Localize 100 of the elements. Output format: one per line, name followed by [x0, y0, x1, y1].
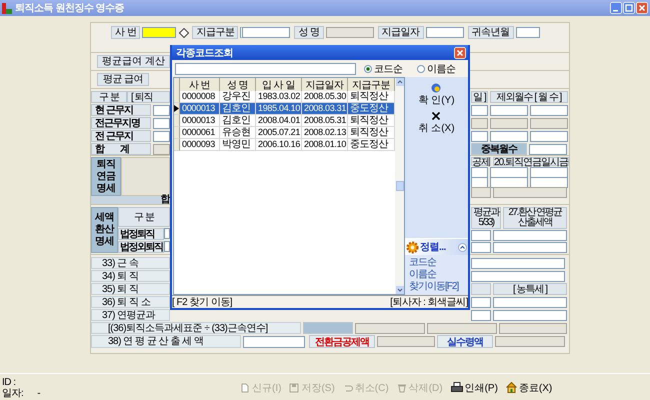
input-field[interactable]: [471, 230, 491, 241]
date-field[interactable]: [426, 27, 464, 38]
table-cell[interactable]: 2008.01.10: [302, 139, 348, 151]
month-field[interactable]: [516, 27, 540, 38]
input-field[interactable]: [153, 118, 170, 128]
table-cell[interactable]: 유승현: [220, 127, 256, 139]
row-label: 34) 퇴 직: [91, 270, 170, 282]
input-field[interactable]: [490, 177, 528, 188]
employee-id-field[interactable]: [142, 27, 176, 38]
row-header-cell[interactable]: [174, 139, 180, 151]
panel-link[interactable]: 코드순: [409, 257, 436, 269]
input-field[interactable]: [164, 228, 170, 239]
input-field[interactable]: [153, 104, 170, 116]
radio-button[interactable]: [417, 64, 425, 72]
input-field[interactable]: [530, 104, 568, 116]
input-field[interactable]: [471, 242, 491, 253]
toolbar-button[interactable]: 종료(X): [506, 380, 552, 394]
close-icon[interactable]: [636, 2, 648, 14]
overlap-months-field[interactable]: [529, 144, 567, 154]
radio-button[interactable]: [364, 64, 372, 72]
readonly-field: [355, 322, 425, 334]
table-cell[interactable]: 2008.05.31: [302, 115, 348, 127]
row-header-cell[interactable]: [174, 91, 180, 103]
table-cell[interactable]: 0000013: [180, 103, 220, 115]
table-cell[interactable]: 2008.03.31: [302, 103, 348, 115]
field-label: 평균 급여: [97, 73, 149, 86]
table-cell[interactable]: 2005.07.21: [256, 127, 302, 139]
table-cell[interactable]: 김호인: [220, 115, 256, 127]
row-header-cell[interactable]: [174, 103, 180, 115]
table-cell[interactable]: 중도정산: [348, 103, 395, 115]
input-field[interactable]: [493, 296, 567, 308]
scroll-up-icon[interactable]: [396, 78, 404, 86]
code-field[interactable]: [240, 27, 290, 38]
input-field[interactable]: [471, 310, 491, 320]
confirm-button[interactable]: 확 인(Y): [418, 83, 455, 107]
row-header-cell[interactable]: [174, 127, 180, 139]
table-cell[interactable]: 퇴직정산: [348, 91, 395, 103]
id-label: ID :: [2, 376, 17, 388]
scroll-down-icon[interactable]: [396, 286, 404, 294]
radio-label[interactable]: 이름순: [427, 62, 456, 76]
table-cell[interactable]: 1985.04.10: [256, 103, 302, 115]
table-cell[interactable]: 2008.05.30: [302, 91, 348, 103]
row-header-cell[interactable]: [174, 115, 180, 127]
input-field[interactable]: [530, 130, 568, 142]
input-field[interactable]: [471, 104, 488, 116]
table-cell[interactable]: 2008.02.13: [302, 127, 348, 139]
radio-label[interactable]: 코드순: [374, 62, 402, 76]
table-cell[interactable]: 김호인: [220, 103, 256, 115]
search-field[interactable]: [175, 62, 356, 74]
table-cell[interactable]: 0000008: [180, 91, 220, 103]
table-cell[interactable]: 2008.04.01: [256, 115, 302, 127]
table-cell[interactable]: 1983.03.02: [256, 91, 302, 103]
column-header: 평균과 5/33): [471, 207, 501, 229]
input-field[interactable]: [471, 130, 488, 142]
table-cell[interactable]: 0000093: [180, 139, 220, 151]
toolbar-button[interactable]: 인쇄(P): [450, 380, 498, 394]
maximize-icon[interactable]: [623, 2, 635, 14]
row-pointer-icon: [174, 105, 179, 112]
input-field[interactable]: [493, 310, 567, 320]
section-label: 퇴직 연금 명세: [91, 157, 121, 196]
formula-label: [(36)퇴직소득과세표준 ÷ (33)근속연수]: [91, 322, 301, 334]
cancel-button[interactable]: 취 소(X): [418, 111, 455, 135]
panel-link[interactable]: 이름순: [409, 269, 436, 281]
input-field[interactable]: [471, 296, 491, 308]
row-label: 33) 근 속: [91, 257, 170, 269]
input-field[interactable]: [153, 130, 170, 142]
table-cell[interactable]: 박영민: [220, 139, 256, 151]
app-icon: [2, 2, 12, 14]
table-cell[interactable]: 0000013: [180, 115, 220, 127]
input-field[interactable]: [493, 242, 567, 253]
input-field[interactable]: [243, 336, 305, 348]
blank-header: [471, 283, 491, 295]
table-cell[interactable]: 퇴직정산: [348, 127, 395, 139]
input-field[interactable]: [153, 144, 170, 154]
input-field[interactable]: [490, 167, 528, 178]
scroll-thumb[interactable]: [396, 181, 404, 191]
table-cell[interactable]: 중도정산: [348, 139, 395, 151]
readonly-field: [499, 322, 567, 334]
collapse-icon[interactable]: [458, 242, 467, 252]
table-cell[interactable]: 0000061: [180, 127, 220, 139]
input-field[interactable]: [471, 270, 565, 282]
panel-link[interactable]: 찾기이동[F2]: [409, 281, 458, 293]
input-field[interactable]: [471, 167, 488, 178]
input-field[interactable]: [471, 177, 488, 188]
diamond-icon[interactable]: [179, 28, 190, 38]
scrollbar[interactable]: [395, 78, 404, 294]
minimize-icon[interactable]: [610, 2, 622, 14]
input-field[interactable]: [493, 230, 567, 241]
table-cell[interactable]: 퇴직정산: [348, 115, 395, 127]
input-field[interactable]: [471, 258, 565, 268]
input-field[interactable]: [490, 130, 528, 142]
table-cell[interactable]: 2006.10.16: [256, 139, 302, 151]
input-field[interactable]: [530, 167, 568, 178]
input-field[interactable]: [164, 241, 170, 252]
calc-average-button[interactable]: 평균급여 계산: [97, 55, 170, 68]
table-cell[interactable]: 강우진: [220, 91, 256, 103]
input-field[interactable]: [530, 177, 568, 188]
row-label: 35) 퇴 직: [91, 283, 170, 295]
input-field[interactable]: [490, 104, 528, 116]
close-icon[interactable]: [454, 46, 466, 58]
